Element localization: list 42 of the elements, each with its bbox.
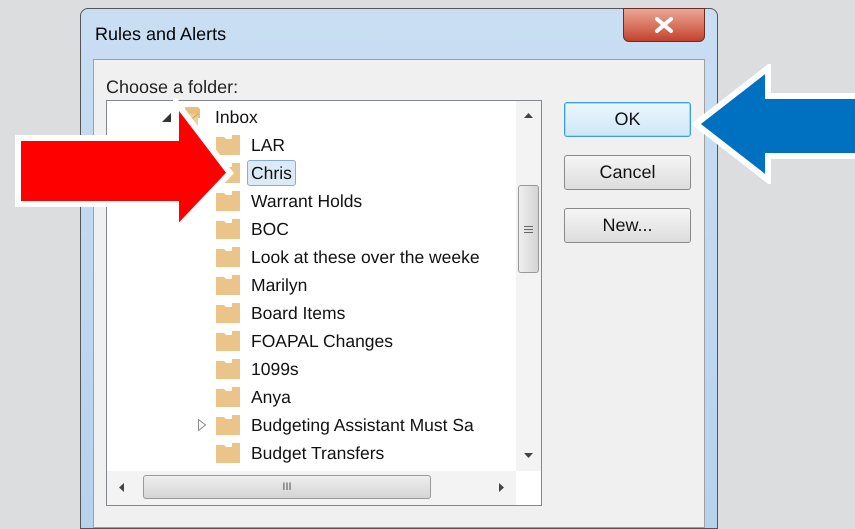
scroll-thumb[interactable] [518,185,539,273]
scroll-left-icon [119,483,124,492]
collapse-icon[interactable] [162,112,170,122]
dialog-button[interactable]: New... [564,208,691,243]
scroll-down-icon [524,453,533,458]
folder-icon [215,302,241,324]
close-button[interactable] [623,8,705,42]
prompt-label: Choose a folder: [106,76,238,99]
folder-item[interactable]: Marilyn [247,272,312,298]
folder-item[interactable]: Budget Transfers [247,440,388,466]
vertical-scrollbar[interactable] [516,101,541,471]
dialog-button[interactable]: OK [564,102,691,137]
folder-icon [215,442,241,464]
folder-item[interactable]: BOC [247,216,293,242]
window-title: Rules and Alerts [95,22,226,46]
dialog-button[interactable]: Cancel [564,155,691,190]
folder-icon [215,414,241,436]
folder-item[interactable]: 1099s [247,356,303,382]
scroll-thumb[interactable]: III [143,475,431,499]
scroll-up-icon [524,113,533,118]
folder-item[interactable]: Inbox [211,104,262,130]
folder-icon [215,134,241,156]
folder-item[interactable]: FOAPAL Changes [247,328,398,354]
grip-icon [524,226,533,232]
folder-icon [215,274,241,296]
horizontal-scrollbar[interactable]: III [107,471,516,505]
folder-item[interactable]: LAR [247,132,290,158]
scroll-right-icon [499,483,504,492]
folder-item[interactable]: Chris [247,160,296,186]
close-icon [654,17,674,33]
expand-icon[interactable] [198,419,206,431]
folder-icon [215,330,241,352]
folder-icon [215,358,241,380]
folder-item[interactable]: Anya [247,384,295,410]
folder-icon [215,190,241,212]
folder-item[interactable]: Budgeting Assistant Must Sa [247,412,478,438]
folder-item[interactable]: Board Items [247,300,350,326]
folder-item[interactable]: Warrant Holds [247,188,366,214]
folder-item[interactable]: Look at these over the weeke [247,244,484,270]
folder-icon [215,386,241,408]
folder-icon [215,218,241,240]
folder-icon [215,246,241,268]
